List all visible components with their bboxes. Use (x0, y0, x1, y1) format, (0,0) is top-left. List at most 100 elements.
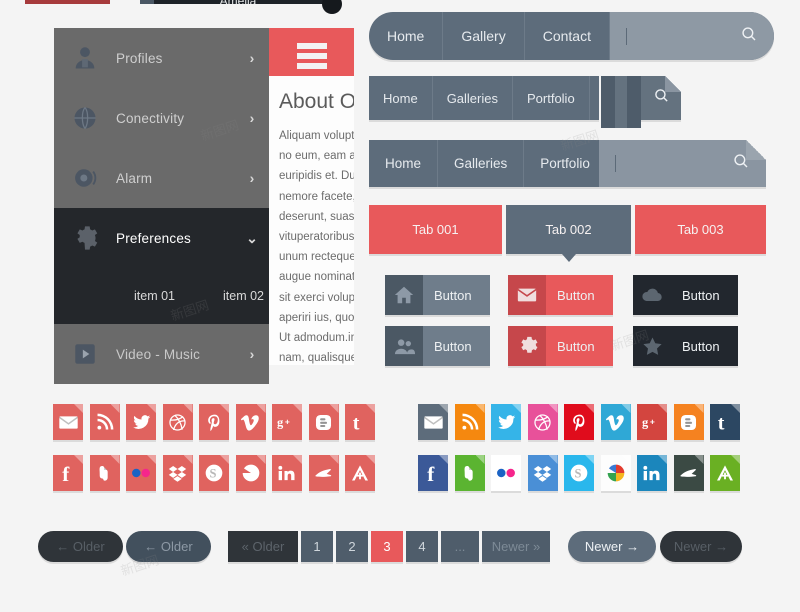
tab-002[interactable]: Tab 002 (506, 205, 631, 254)
dribbble-icon[interactable] (527, 404, 558, 440)
search-icon[interactable] (740, 25, 758, 48)
pagination-older[interactable]: « Older (228, 531, 298, 562)
top-strip-red-bar (25, 0, 110, 4)
button-home[interactable]: Button (385, 275, 490, 315)
pagination-older-pill-dark[interactable]: ← Older (38, 531, 123, 562)
text-cursor (625, 27, 627, 45)
googleplus-icon[interactable]: g + (272, 404, 302, 440)
rss-icon[interactable] (454, 404, 485, 440)
flickr-icon[interactable] (491, 455, 521, 491)
nav-link-home[interactable]: Home (369, 12, 444, 60)
hamburger-menu-button[interactable] (269, 28, 354, 76)
pagination-page-2[interactable]: 2 (336, 531, 368, 562)
tumblr-icon[interactable]: t (710, 404, 740, 440)
chevron-right-icon: › (249, 170, 255, 186)
sidebar-menu: Profiles › Conectivity › Alarm › Prefere… (54, 28, 269, 384)
tab-003[interactable]: Tab 003 (635, 205, 766, 254)
vimeo-icon[interactable] (235, 404, 266, 440)
pagination-page-4[interactable]: 4 (406, 531, 438, 562)
blogger-icon[interactable] (673, 404, 704, 440)
users-icon (385, 326, 423, 366)
content-line: nemore facete, (279, 190, 354, 203)
ribbon-fold-a (601, 76, 615, 128)
sidebar-item-label: Profiles (116, 50, 163, 66)
button-mail[interactable]: Button (508, 275, 613, 315)
evernote-icon[interactable] (454, 455, 485, 491)
email-icon[interactable] (53, 404, 83, 440)
sidebar-subitem-item-02[interactable]: item 02 (223, 289, 264, 303)
linkedin-icon[interactable] (637, 455, 667, 491)
flickr-icon[interactable] (126, 455, 156, 491)
search-button[interactable] (641, 76, 681, 120)
googleplus-icon[interactable]: g + (637, 404, 667, 440)
nav-link-home[interactable]: Home (369, 140, 439, 187)
nav-link-contact[interactable]: Contact (525, 12, 610, 60)
home-icon (385, 275, 423, 315)
sidebar-item-alarm[interactable]: Alarm › (54, 148, 269, 208)
nav-link-portfolio[interactable]: Portfolio (513, 76, 590, 120)
sidebar-item-conectivity[interactable]: Conectivity › (54, 88, 269, 148)
facebook-icon[interactable]: f (53, 455, 83, 491)
nav-link-galleries[interactable]: Galleries (433, 76, 513, 120)
facebook-icon[interactable]: f (418, 455, 448, 491)
sidebar-item-video-music[interactable]: Video - Music › (54, 324, 269, 384)
globe-icon (54, 104, 116, 132)
content-line: deserunt, suas (279, 210, 354, 223)
button-label: Button (557, 287, 595, 303)
skype-icon[interactable]: S (199, 455, 229, 491)
sidebar-subitem-item-01[interactable]: item 01 (134, 289, 175, 303)
blogger-icon[interactable] (308, 404, 339, 440)
pagination-newer[interactable]: Newer » (482, 531, 550, 562)
nav-link-gallery[interactable]: Gallery (443, 12, 525, 60)
dribbble-icon[interactable] (162, 404, 193, 440)
nav-link-galleries[interactable]: Galleries (438, 140, 525, 187)
folded-corner (512, 455, 521, 464)
pagination-page-1[interactable]: 1 (301, 531, 333, 562)
linkedin-icon[interactable] (272, 455, 302, 491)
gear-icon (508, 326, 546, 366)
svg-text:+: + (284, 416, 289, 426)
folded-corner (293, 455, 302, 464)
content-card: About O Aliquam volupt no eum, eam a eur… (269, 76, 354, 365)
twitter-icon[interactable] (126, 404, 156, 440)
nav-link-home[interactable]: Home (369, 76, 433, 120)
search-input[interactable] (609, 12, 774, 60)
deviantart-icon[interactable] (308, 455, 339, 491)
navbar-pill: Home Gallery Contact (369, 12, 774, 60)
button-favorite[interactable]: Button (633, 326, 738, 366)
page-title: About O (279, 90, 354, 113)
appnet-icon[interactable] (710, 455, 740, 491)
dropbox-icon[interactable] (162, 455, 193, 491)
dropbox-icon[interactable] (527, 455, 558, 491)
button-users[interactable]: Button (385, 326, 490, 366)
email-icon[interactable] (418, 404, 448, 440)
sidebar-item-preferences[interactable]: Preferences ⌄ (54, 208, 269, 268)
appnet-icon[interactable] (345, 455, 375, 491)
skype-icon[interactable]: S (564, 455, 594, 491)
pagination-newer-pill-dark[interactable]: Newer → (660, 531, 742, 562)
pagination-newer-pill-light[interactable]: Newer → (568, 531, 656, 562)
rss-icon[interactable] (89, 404, 120, 440)
chevron-right-icon: › (249, 346, 255, 362)
pagination-older-pill-light[interactable]: ← Older (126, 531, 211, 562)
evernote-icon[interactable] (89, 455, 120, 491)
button-label: Button (557, 338, 595, 354)
content-line: Ut admodum.in (279, 332, 354, 345)
button-settings[interactable]: Button (508, 326, 613, 366)
nav-link-portfolio[interactable]: Portfolio (524, 140, 607, 187)
search-input[interactable] (599, 140, 766, 187)
pagination-page-3-active[interactable]: 3 (371, 531, 403, 562)
vimeo-icon[interactable] (600, 404, 631, 440)
content-line: vituperatoribus (279, 231, 354, 244)
sidebar-item-profiles[interactable]: Profiles › (54, 28, 269, 88)
pinterest-icon[interactable] (564, 404, 594, 440)
deviantart-icon[interactable] (673, 455, 704, 491)
picasa-icon[interactable] (235, 455, 266, 491)
folded-corner (658, 455, 667, 464)
button-cloud[interactable]: Button (633, 275, 738, 315)
picasa-icon[interactable] (600, 455, 631, 491)
tab-001[interactable]: Tab 001 (369, 205, 502, 254)
tumblr-icon[interactable]: t (345, 404, 375, 440)
pinterest-icon[interactable] (199, 404, 229, 440)
twitter-icon[interactable] (491, 404, 521, 440)
